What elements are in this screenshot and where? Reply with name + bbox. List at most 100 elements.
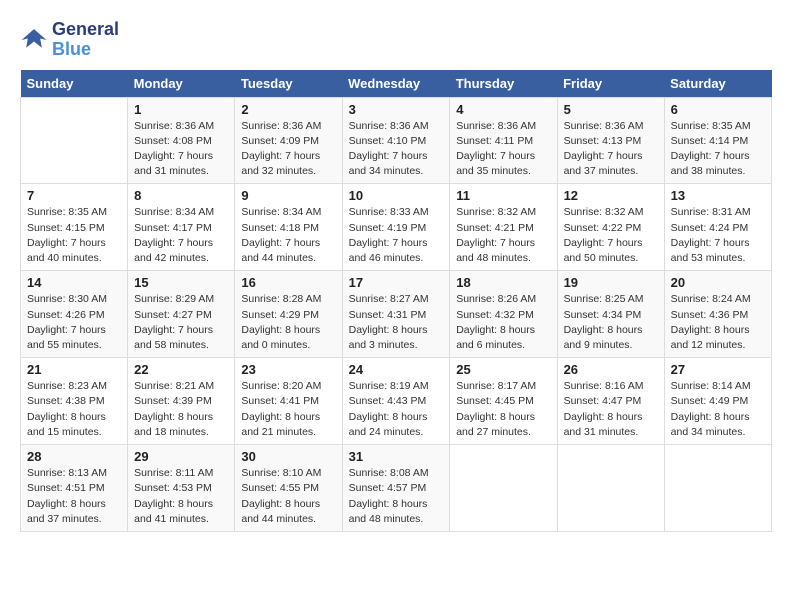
- day-info: Sunrise: 8:14 AM Sunset: 4:49 PM Dayligh…: [671, 379, 765, 440]
- logo: General Blue: [20, 20, 119, 60]
- day-number: 23: [241, 362, 335, 377]
- calendar-cell: 8Sunrise: 8:34 AM Sunset: 4:17 PM Daylig…: [128, 184, 235, 271]
- day-number: 31: [349, 449, 444, 464]
- day-number: 28: [27, 449, 121, 464]
- calendar-cell: 31Sunrise: 8:08 AM Sunset: 4:57 PM Dayli…: [342, 445, 450, 532]
- day-info: Sunrise: 8:24 AM Sunset: 4:36 PM Dayligh…: [671, 292, 765, 353]
- day-header-wednesday: Wednesday: [342, 70, 450, 98]
- calendar-cell: 12 Sunrise: 8:32 AM Sunset: 4:22 PM Dayli…: [557, 184, 664, 271]
- page-header: General Blue: [20, 20, 772, 60]
- calendar-cell: 23 Sunrise: 8:20 AM Sunset: 4:41 PM Dayli…: [235, 358, 342, 445]
- day-number: 2: [241, 102, 335, 117]
- day-number: 7: [27, 188, 121, 203]
- logo-icon: [20, 26, 48, 54]
- logo-text: General Blue: [52, 20, 119, 60]
- calendar-cell: 7 Sunrise: 8:35 AM Sunset: 4:15 PM Daylig…: [21, 184, 128, 271]
- calendar-cell: 14 Sunrise: 8:30 AM Sunset: 4:26 PM Dayli…: [21, 271, 128, 358]
- day-info: Sunrise: 8:30 AM Sunset: 4:26 PM Dayligh…: [27, 292, 121, 353]
- calendar-cell: 29Sunrise: 8:11 AM Sunset: 4:53 PM Dayli…: [128, 445, 235, 532]
- calendar-cell: 21 Sunrise: 8:23 AM Sunset: 4:38 PM Dayli…: [21, 358, 128, 445]
- day-info: Sunrise: 8:34 AM Sunset: 4:17 PM Dayligh…: [134, 205, 228, 266]
- day-number: 17: [349, 275, 444, 290]
- day-info: Sunrise: 8:31 AM Sunset: 4:24 PM Dayligh…: [671, 205, 765, 266]
- calendar-cell: 17 Sunrise: 8:27 AM Sunset: 4:31 PM Dayli…: [342, 271, 450, 358]
- day-info: Sunrise: 8:16 AM Sunset: 4:47 PM Dayligh…: [564, 379, 658, 440]
- day-info: Sunrise: 8:17 AM Sunset: 4:45 PM Dayligh…: [456, 379, 550, 440]
- calendar-cell: 24Sunrise: 8:19 AM Sunset: 4:43 PM Dayli…: [342, 358, 450, 445]
- day-number: 19: [564, 275, 658, 290]
- day-info: Sunrise: 8:20 AM Sunset: 4:41 PM Dayligh…: [241, 379, 335, 440]
- day-info: Sunrise: 8:35 AM Sunset: 4:15 PM Dayligh…: [27, 205, 121, 266]
- day-number: 20: [671, 275, 765, 290]
- day-number: 3: [349, 102, 444, 117]
- day-number: 22: [134, 362, 228, 377]
- day-number: 6: [671, 102, 765, 117]
- day-info: Sunrise: 8:13 AM Sunset: 4:51 PM Dayligh…: [27, 466, 121, 527]
- day-number: 27: [671, 362, 765, 377]
- calendar-cell: 26 Sunrise: 8:16 AM Sunset: 4:47 PM Dayli…: [557, 358, 664, 445]
- calendar-cell: 28 Sunrise: 8:13 AM Sunset: 4:51 PM Dayli…: [21, 445, 128, 532]
- calendar-cell: 30Sunrise: 8:10 AM Sunset: 4:55 PM Dayli…: [235, 445, 342, 532]
- calendar-cell: [557, 445, 664, 532]
- calendar-cell: 27 Sunrise: 8:14 AM Sunset: 4:49 PM Dayli…: [664, 358, 771, 445]
- calendar-week-row: 14 Sunrise: 8:30 AM Sunset: 4:26 PM Dayli…: [21, 271, 772, 358]
- day-info: Sunrise: 8:36 AM Sunset: 4:13 PM Dayligh…: [564, 119, 658, 180]
- day-info: Sunrise: 8:32 AM Sunset: 4:22 PM Dayligh…: [564, 205, 658, 266]
- day-number: 26: [564, 362, 658, 377]
- calendar-cell: 19Sunrise: 8:25 AM Sunset: 4:34 PM Dayli…: [557, 271, 664, 358]
- day-number: 15: [134, 275, 228, 290]
- calendar-cell: 10 Sunrise: 8:33 AM Sunset: 4:19 PM Dayli…: [342, 184, 450, 271]
- calendar-week-row: 28 Sunrise: 8:13 AM Sunset: 4:51 PM Dayli…: [21, 445, 772, 532]
- day-info: Sunrise: 8:26 AM Sunset: 4:32 PM Dayligh…: [456, 292, 550, 353]
- day-header-saturday: Saturday: [664, 70, 771, 98]
- calendar-cell: 18 Sunrise: 8:26 AM Sunset: 4:32 PM Dayli…: [450, 271, 557, 358]
- day-info: Sunrise: 8:27 AM Sunset: 4:31 PM Dayligh…: [349, 292, 444, 353]
- calendar-cell: [664, 445, 771, 532]
- calendar-cell: [21, 97, 128, 184]
- day-number: 10: [349, 188, 444, 203]
- day-header-friday: Friday: [557, 70, 664, 98]
- day-number: 11: [456, 188, 550, 203]
- day-info: Sunrise: 8:23 AM Sunset: 4:38 PM Dayligh…: [27, 379, 121, 440]
- day-number: 16: [241, 275, 335, 290]
- calendar-cell: 15Sunrise: 8:29 AM Sunset: 4:27 PM Dayli…: [128, 271, 235, 358]
- day-info: Sunrise: 8:36 AM Sunset: 4:10 PM Dayligh…: [349, 119, 444, 180]
- calendar-cell: 9Sunrise: 8:34 AM Sunset: 4:18 PM Daylig…: [235, 184, 342, 271]
- day-info: Sunrise: 8:35 AM Sunset: 4:14 PM Dayligh…: [671, 119, 765, 180]
- day-number: 18: [456, 275, 550, 290]
- calendar-cell: 3 Sunrise: 8:36 AM Sunset: 4:10 PM Daylig…: [342, 97, 450, 184]
- day-header-sunday: Sunday: [21, 70, 128, 98]
- calendar-cell: 4 Sunrise: 8:36 AM Sunset: 4:11 PM Daylig…: [450, 97, 557, 184]
- calendar-table: SundayMondayTuesdayWednesdayThursdayFrid…: [20, 70, 772, 532]
- day-info: Sunrise: 8:28 AM Sunset: 4:29 PM Dayligh…: [241, 292, 335, 353]
- calendar-cell: 2Sunrise: 8:36 AM Sunset: 4:09 PM Daylig…: [235, 97, 342, 184]
- calendar-cell: 13 Sunrise: 8:31 AM Sunset: 4:24 PM Dayli…: [664, 184, 771, 271]
- day-header-thursday: Thursday: [450, 70, 557, 98]
- calendar-cell: 1Sunrise: 8:36 AM Sunset: 4:08 PM Daylig…: [128, 97, 235, 184]
- calendar-cell: 6 Sunrise: 8:35 AM Sunset: 4:14 PM Daylig…: [664, 97, 771, 184]
- day-number: 25: [456, 362, 550, 377]
- calendar-cell: [450, 445, 557, 532]
- calendar-cell: 20 Sunrise: 8:24 AM Sunset: 4:36 PM Dayli…: [664, 271, 771, 358]
- day-number: 21: [27, 362, 121, 377]
- calendar-cell: 25 Sunrise: 8:17 AM Sunset: 4:45 PM Dayli…: [450, 358, 557, 445]
- day-info: Sunrise: 8:21 AM Sunset: 4:39 PM Dayligh…: [134, 379, 228, 440]
- day-info: Sunrise: 8:36 AM Sunset: 4:11 PM Dayligh…: [456, 119, 550, 180]
- day-header-monday: Monday: [128, 70, 235, 98]
- day-number: 12: [564, 188, 658, 203]
- calendar-week-row: 1Sunrise: 8:36 AM Sunset: 4:08 PM Daylig…: [21, 97, 772, 184]
- calendar-header-row: SundayMondayTuesdayWednesdayThursdayFrid…: [21, 70, 772, 98]
- day-number: 13: [671, 188, 765, 203]
- day-info: Sunrise: 8:11 AM Sunset: 4:53 PM Dayligh…: [134, 466, 228, 527]
- day-number: 4: [456, 102, 550, 117]
- day-number: 5: [564, 102, 658, 117]
- day-number: 14: [27, 275, 121, 290]
- day-number: 9: [241, 188, 335, 203]
- day-info: Sunrise: 8:32 AM Sunset: 4:21 PM Dayligh…: [456, 205, 550, 266]
- day-number: 24: [349, 362, 444, 377]
- day-info: Sunrise: 8:10 AM Sunset: 4:55 PM Dayligh…: [241, 466, 335, 527]
- day-info: Sunrise: 8:36 AM Sunset: 4:08 PM Dayligh…: [134, 119, 228, 180]
- calendar-cell: 16 Sunrise: 8:28 AM Sunset: 4:29 PM Dayli…: [235, 271, 342, 358]
- calendar-cell: 5 Sunrise: 8:36 AM Sunset: 4:13 PM Daylig…: [557, 97, 664, 184]
- day-info: Sunrise: 8:33 AM Sunset: 4:19 PM Dayligh…: [349, 205, 444, 266]
